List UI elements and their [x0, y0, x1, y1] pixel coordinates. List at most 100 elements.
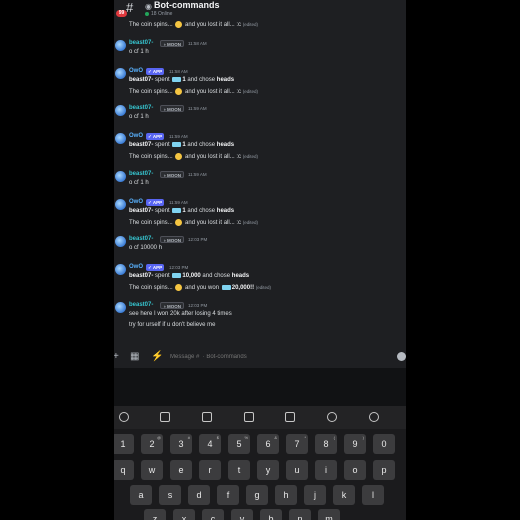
- message-line: The coin spins... and you lost it all...…: [129, 153, 258, 161]
- key-t[interactable]: t: [228, 460, 250, 480]
- key-label: d: [196, 490, 202, 500]
- avatar[interactable]: [115, 264, 126, 275]
- one-handed-icon[interactable]: [244, 412, 254, 422]
- avatar[interactable]: [115, 236, 126, 247]
- key-3[interactable]: 3 #: [170, 434, 192, 454]
- settings-icon[interactable]: [369, 412, 379, 422]
- emoji-keyboard-icon[interactable]: [119, 412, 129, 422]
- avatar[interactable]: [115, 105, 126, 116]
- timestamp: 11:59 AM: [169, 134, 188, 139]
- avatar[interactable]: [115, 133, 126, 144]
- author-name[interactable]: OwO: [129, 264, 143, 270]
- key-n[interactable]: n: [289, 509, 311, 520]
- key-x[interactable]: x: [173, 509, 195, 520]
- key-label: 4: [207, 439, 213, 449]
- author-name[interactable]: OwO: [129, 199, 143, 205]
- key-6[interactable]: 6 &: [257, 434, 279, 454]
- key-w[interactable]: w: [141, 460, 163, 480]
- timestamp: 11:59 AM: [188, 172, 207, 177]
- author-name[interactable]: beast07-: [129, 105, 153, 111]
- key-q[interactable]: q: [114, 460, 134, 480]
- gif-icon[interactable]: [285, 412, 295, 422]
- channel-title[interactable]: Bot-commands: [154, 0, 220, 11]
- timestamp: 12:03 PM: [169, 265, 189, 270]
- timestamp: 11:59 AM: [188, 106, 207, 111]
- key-r[interactable]: r: [199, 460, 221, 480]
- message-input-bar: + ▦ ⚡: [114, 346, 406, 368]
- activities-icon[interactable]: ⚡: [151, 351, 163, 362]
- key-9[interactable]: 9): [344, 434, 366, 454]
- key-i[interactable]: i: [315, 460, 337, 480]
- key-e[interactable]: e: [170, 460, 192, 480]
- key-d[interactable]: d: [188, 485, 210, 505]
- key-o[interactable]: o: [344, 460, 366, 480]
- key-label: n: [297, 514, 303, 520]
- apps-icon[interactable]: ▦: [130, 351, 139, 362]
- key-label: q: [120, 465, 126, 475]
- message-line: beast07- spent 1 and chose heads: [129, 142, 235, 149]
- key-1[interactable]: 1: [114, 434, 134, 454]
- key-v[interactable]: v: [231, 509, 253, 520]
- coin-emoji-icon: [175, 21, 183, 28]
- author-name[interactable]: OwO: [129, 133, 143, 139]
- key-label: p: [381, 465, 387, 475]
- key-h[interactable]: h: [275, 485, 297, 505]
- avatar[interactable]: [115, 199, 126, 210]
- avatar[interactable]: [115, 302, 126, 313]
- author-name[interactable]: beast07-: [129, 40, 153, 46]
- key-label: l: [372, 490, 374, 500]
- key-z[interactable]: z: [144, 509, 166, 520]
- author-name[interactable]: OwO: [129, 68, 143, 74]
- key-f[interactable]: f: [217, 485, 239, 505]
- message-input[interactable]: [170, 351, 392, 363]
- key-k[interactable]: k: [333, 485, 355, 505]
- avatar[interactable]: [115, 68, 126, 79]
- cash-emoji-icon: [172, 142, 182, 147]
- keyboard-toolbar: [114, 406, 406, 429]
- timestamp: 11:59 AM: [169, 200, 188, 205]
- key-label: k: [341, 490, 347, 500]
- key-7[interactable]: 7 *: [286, 434, 308, 454]
- clipboard-icon[interactable]: [202, 412, 212, 422]
- message-line: beast07- spent 1 and chose heads: [129, 77, 235, 84]
- key-a[interactable]: a: [130, 485, 152, 505]
- key-u[interactable]: u: [286, 460, 308, 480]
- key-label: 9: [352, 439, 358, 449]
- key-4[interactable]: 4 $: [199, 434, 221, 454]
- key-5[interactable]: 5%: [228, 434, 250, 454]
- coin-emoji-icon: [175, 153, 183, 160]
- mic-icon[interactable]: [327, 412, 337, 422]
- timestamp: 12:03 PM: [188, 237, 208, 242]
- key-j[interactable]: j: [304, 485, 326, 505]
- key-label: j: [314, 490, 316, 500]
- key-y[interactable]: y: [257, 460, 279, 480]
- message-line: The coin spins... and you lost it all...…: [129, 21, 258, 29]
- author-name[interactable]: beast07-: [129, 302, 153, 308]
- key-s[interactable]: s: [159, 485, 181, 505]
- discord-app: 99 # ◉ · Bot-commands 18 Online The coin…: [114, 0, 406, 520]
- key-2[interactable]: 2 @: [141, 434, 163, 454]
- author-name[interactable]: beast07-: [129, 236, 153, 242]
- app-tag: ✓ APP: [146, 68, 165, 75]
- key-g[interactable]: g: [246, 485, 268, 505]
- plus-icon[interactable]: +: [114, 351, 119, 362]
- key-sub-label: #: [187, 435, 190, 440]
- handwriting-icon[interactable]: [160, 412, 170, 422]
- message-text: o cf 1 h: [129, 114, 149, 120]
- key-label: 0: [381, 439, 387, 449]
- key-0[interactable]: 0: [373, 434, 395, 454]
- emoji-icon[interactable]: [397, 352, 406, 361]
- message-list[interactable]: The coin spins... and you lost it all...…: [114, 20, 406, 346]
- key-label: c: [210, 514, 216, 520]
- key-m[interactable]: m: [318, 509, 340, 520]
- key-label: 3: [178, 439, 184, 449]
- avatar[interactable]: [115, 40, 126, 51]
- avatar[interactable]: [115, 171, 126, 182]
- online-count: 18 Online: [151, 11, 173, 17]
- key-b[interactable]: b: [260, 509, 282, 520]
- author-name[interactable]: beast07-: [129, 171, 153, 177]
- key-8[interactable]: 8(: [315, 434, 337, 454]
- key-l[interactable]: l: [362, 485, 384, 505]
- key-p[interactable]: p: [373, 460, 395, 480]
- key-c[interactable]: c: [202, 509, 224, 520]
